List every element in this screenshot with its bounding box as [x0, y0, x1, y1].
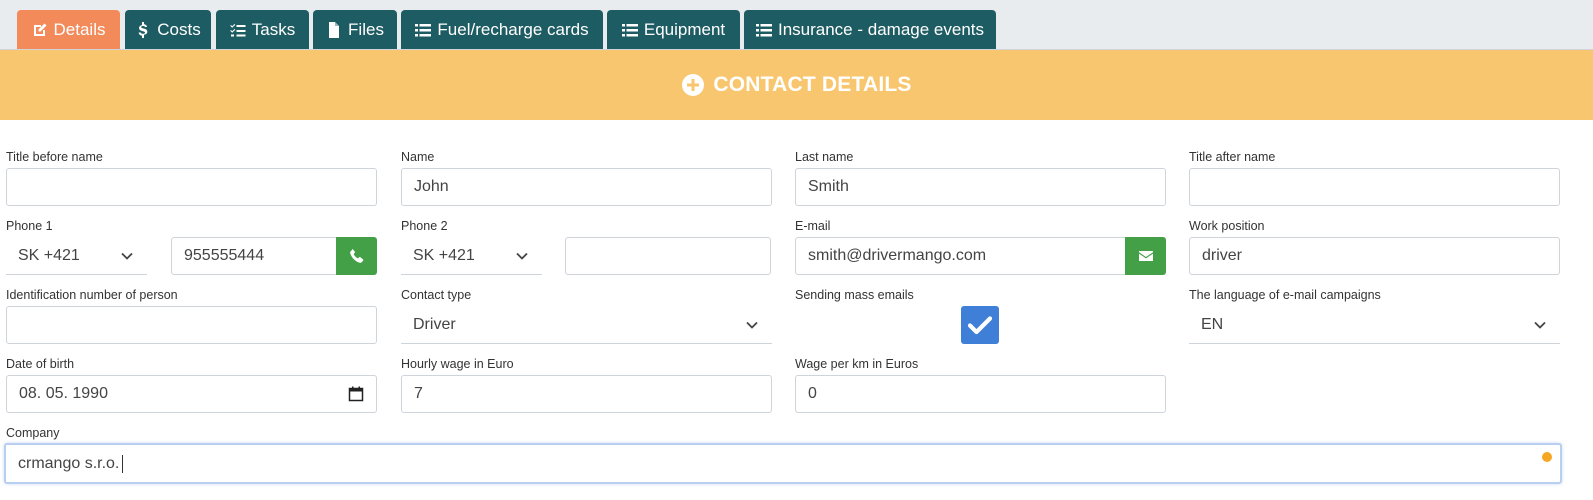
- text-caret: [122, 454, 124, 473]
- phone1-input[interactable]: 955555444: [171, 237, 337, 275]
- tab-tasks[interactable]: Tasks: [216, 10, 309, 49]
- section-title: CONTACT DETAILS: [713, 73, 912, 96]
- phone2-label: Phone 2: [401, 219, 448, 233]
- hourly-wage-label: Hourly wage in Euro: [401, 357, 514, 371]
- tab-label: Details: [53, 19, 106, 39]
- tab-costs[interactable]: Costs: [125, 10, 211, 49]
- last-name-input[interactable]: Smith: [795, 168, 1166, 206]
- phone1-prefix-select[interactable]: SK +421: [6, 237, 147, 275]
- campaign-language-value: EN: [1201, 315, 1224, 333]
- chevron-down-icon: [121, 252, 133, 260]
- tab-label: Tasks: [251, 19, 296, 39]
- list-icon: [621, 23, 638, 36]
- contact-type-value: Driver: [413, 315, 456, 333]
- send-email-button[interactable]: [1125, 237, 1166, 275]
- tab-files[interactable]: Files: [313, 10, 397, 49]
- chevron-down-icon: [746, 321, 758, 329]
- tab-bar: Details Costs Tasks Files Fuel/recharge …: [0, 0, 1593, 50]
- call-button[interactable]: [336, 237, 377, 275]
- title-before-label: Title before name: [6, 150, 103, 164]
- email-label: E-mail: [795, 219, 831, 233]
- tab-insurance-damage-events[interactable]: Insurance - damage events: [744, 10, 996, 49]
- checkmark-icon: [967, 316, 993, 335]
- phone2-prefix-value: SK +421: [413, 246, 475, 264]
- work-position-label: Work position: [1189, 219, 1265, 233]
- date-of-birth-value: 08. 05. 1990: [19, 385, 108, 402]
- date-of-birth-input[interactable]: 08. 05. 1990: [6, 375, 377, 413]
- dollar-icon: [138, 21, 148, 38]
- tab-label: Costs: [157, 19, 201, 39]
- chevron-down-icon: [1534, 321, 1546, 329]
- name-label: Name: [401, 150, 435, 164]
- email-input[interactable]: smith@drivermango.com: [795, 237, 1126, 275]
- tab-label: Files: [348, 19, 384, 39]
- id-number-input[interactable]: [6, 306, 377, 344]
- phone2-prefix-select[interactable]: SK +421: [401, 237, 542, 275]
- tab-label: Fuel/recharge cards: [437, 19, 589, 39]
- phone1-label: Phone 1: [6, 219, 53, 233]
- phone-icon: [349, 249, 363, 263]
- section-header[interactable]: CONTACT DETAILS: [0, 50, 1593, 120]
- date-of-birth-label: Date of birth: [6, 357, 75, 371]
- last-name-label: Last name: [795, 150, 854, 164]
- edit-icon: [33, 23, 47, 36]
- list-icon: [755, 23, 772, 36]
- wage-per-km-label: Wage per km in Euros: [795, 357, 919, 371]
- company-label: Company: [6, 426, 60, 440]
- hourly-wage-input[interactable]: 7: [401, 375, 772, 413]
- campaign-language-select[interactable]: EN: [1189, 306, 1560, 344]
- tab-details[interactable]: Details: [17, 10, 120, 49]
- name-input[interactable]: John: [401, 168, 772, 206]
- phone1-prefix-value: SK +421: [18, 246, 80, 264]
- phone2-input[interactable]: [565, 237, 771, 275]
- list-icon: [415, 23, 432, 36]
- status-dot: [1542, 452, 1552, 462]
- tab-equipment[interactable]: Equipment: [607, 10, 740, 49]
- envelope-icon: [1138, 251, 1153, 261]
- tab-label: Equipment: [643, 19, 726, 39]
- company-input[interactable]: crmango s.r.o.: [4, 443, 1562, 484]
- title-before-input[interactable]: [6, 168, 377, 206]
- title-after-label: Title after name: [1189, 150, 1276, 164]
- plus-circle-icon: [682, 74, 705, 96]
- contact-type-label: Contact type: [401, 288, 472, 302]
- wage-per-km-input[interactable]: 0: [795, 375, 1166, 413]
- tasks-icon: [229, 23, 246, 36]
- work-position-input[interactable]: driver: [1189, 237, 1560, 275]
- chevron-down-icon: [516, 252, 528, 260]
- contact-type-select[interactable]: Driver: [401, 306, 772, 344]
- campaign-language-label: The language of e-mail campaigns: [1189, 288, 1381, 302]
- calendar-icon[interactable]: [348, 386, 364, 402]
- mass-emails-checkbox[interactable]: [961, 306, 999, 344]
- title-after-input[interactable]: [1189, 168, 1560, 206]
- mass-emails-label: Sending mass emails: [795, 288, 914, 302]
- company-value: crmango s.r.o.: [18, 454, 120, 472]
- id-number-label: Identification number of person: [6, 288, 178, 302]
- file-icon: [329, 21, 340, 38]
- tab-fuel-recharge-cards[interactable]: Fuel/recharge cards: [401, 10, 603, 49]
- tab-label: Insurance - damage events: [777, 19, 984, 39]
